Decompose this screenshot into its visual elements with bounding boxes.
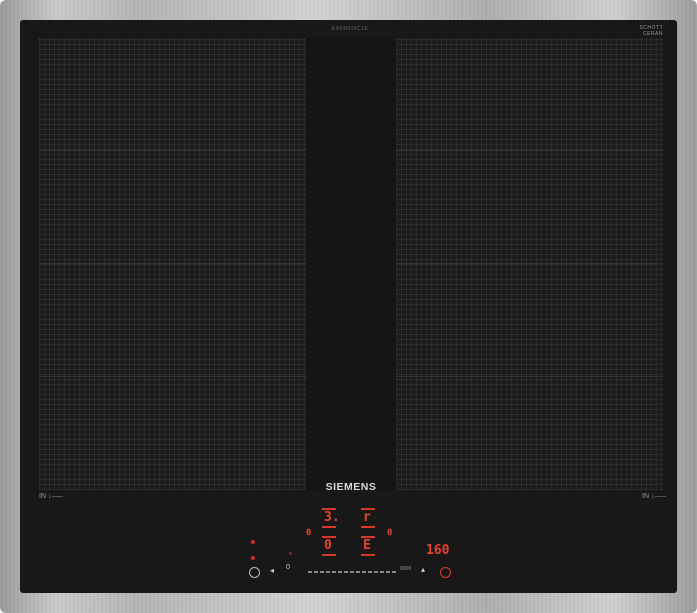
cooking-zone-left	[39, 38, 306, 490]
power-slider[interactable]	[308, 571, 398, 573]
zone-divider	[39, 376, 306, 377]
zone-mark-left: IN ↓⸺	[39, 493, 64, 500]
timer-icon[interactable]	[440, 567, 451, 578]
zone-divider	[39, 150, 306, 151]
zone-display-right-top[interactable]: r	[363, 510, 371, 525]
cooktop-glass: EX645HXC1E SCHOTT CERAN SIEMENS IN ↓⸺ IN…	[20, 20, 677, 593]
zone-divider	[396, 376, 663, 377]
power-icon[interactable]	[249, 567, 260, 578]
cooking-zone-right	[396, 38, 663, 490]
indicator-dot	[289, 552, 292, 555]
zone-display-left-top[interactable]: 3.	[324, 510, 340, 525]
zone-select-right[interactable]: 0	[387, 528, 392, 538]
zone-divider	[39, 263, 306, 264]
timer-display: 160	[426, 543, 450, 558]
indicator-dot	[251, 540, 255, 544]
badge-line2: CERAN	[642, 31, 663, 37]
plus-icon[interactable]: ▴	[421, 565, 425, 574]
zone-display-left-bottom[interactable]: 0	[324, 538, 332, 553]
zone-display-right-bottom[interactable]: E	[363, 538, 371, 553]
indicator-dot	[251, 556, 255, 560]
zone-select-left[interactable]: 0	[306, 528, 311, 538]
zone-mark-right: IN ↓⸺	[642, 493, 667, 500]
slider-end-label: 0000	[400, 566, 412, 572]
zone-divider	[396, 263, 663, 264]
minus-icon[interactable]: 0	[286, 564, 290, 571]
center-strip	[306, 38, 396, 490]
lock-icon[interactable]: ◂	[270, 566, 274, 575]
zone-divider	[396, 150, 663, 151]
model-label: EX645HXC1E	[331, 26, 369, 32]
brand-logo: SIEMENS	[325, 481, 377, 493]
